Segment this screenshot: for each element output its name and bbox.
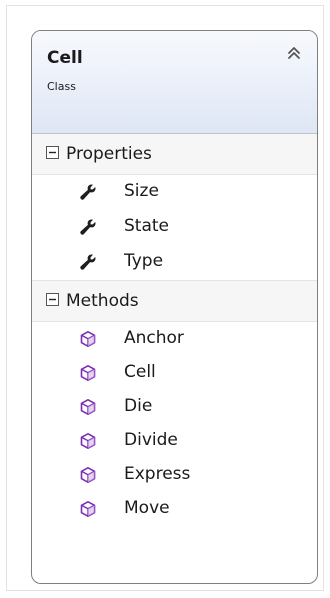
class-stereotype: Class: [47, 80, 76, 93]
methods-compartment-header[interactable]: Methods: [32, 280, 317, 322]
properties-compartment-header[interactable]: Properties: [32, 134, 317, 175]
wrench-icon: [79, 183, 97, 201]
property-item[interactable]: Size: [32, 175, 317, 210]
minus-square-icon[interactable]: [46, 146, 59, 159]
class-header[interactable]: Cell Class: [32, 31, 317, 134]
method-cube-icon: [79, 364, 97, 382]
method-cube-icon: [79, 466, 97, 484]
diagram-canvas: Cell Class Properties Size State Type Meth…: [0, 0, 330, 598]
method-item-label: Express: [124, 464, 191, 484]
wrench-icon: [79, 253, 97, 271]
method-item-label: Cell: [124, 362, 156, 382]
method-item[interactable]: Move: [32, 492, 317, 526]
double-chevron-up-icon[interactable]: [285, 44, 303, 62]
property-item-label: Size: [124, 181, 159, 201]
method-cube-icon: [79, 500, 97, 518]
method-item-label: Divide: [124, 430, 178, 450]
method-cube-icon: [79, 330, 97, 348]
method-item-label: Move: [124, 498, 170, 518]
class-name: Cell: [47, 48, 83, 68]
method-item[interactable]: Anchor: [32, 322, 317, 356]
property-item[interactable]: Type: [32, 245, 317, 280]
method-item-label: Anchor: [124, 328, 184, 348]
wrench-icon: [79, 218, 97, 236]
property-item-label: State: [124, 216, 169, 236]
properties-title: Properties: [66, 144, 152, 164]
properties-list: Size State Type: [32, 175, 317, 280]
minus-square-icon[interactable]: [46, 293, 59, 306]
methods-list: Anchor Cell Die Divide Express Move: [32, 322, 317, 526]
property-item-label: Type: [124, 251, 164, 271]
method-item[interactable]: Cell: [32, 356, 317, 390]
method-item[interactable]: Divide: [32, 424, 317, 458]
methods-title: Methods: [66, 291, 139, 311]
property-item[interactable]: State: [32, 210, 317, 245]
method-item[interactable]: Die: [32, 390, 317, 424]
method-item-label: Die: [124, 396, 153, 416]
method-item[interactable]: Express: [32, 458, 317, 492]
method-cube-icon: [79, 432, 97, 450]
method-cube-icon: [79, 398, 97, 416]
class-shape[interactable]: Cell Class Properties Size State Type Meth…: [31, 30, 318, 584]
